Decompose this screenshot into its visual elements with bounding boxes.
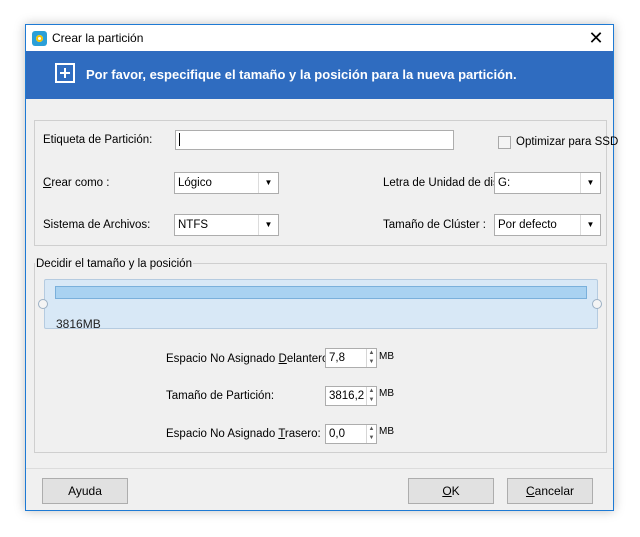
cluster-size-label: Tamaño de Clúster :: [383, 219, 486, 231]
partition-size-spinner[interactable]: ▲ ▼: [366, 387, 376, 405]
ok-accel: O: [442, 484, 452, 498]
cluster-size-select[interactable]: Por defecto ▼: [494, 214, 601, 236]
create-as-label: Crear como :: [43, 177, 109, 189]
left-resize-handle[interactable]: [38, 299, 48, 309]
unallocated-before-label-pre: Espacio No Asignado: [166, 353, 279, 365]
unallocated-after-label-post: rasero:: [284, 428, 321, 440]
optimize-ssd-label: Optimizar para SSD: [516, 136, 619, 148]
text-cursor: [179, 133, 180, 146]
plus-box-icon: [55, 63, 75, 83]
partition-label-label: Etiqueta de Partición:: [43, 134, 153, 146]
partition-size-value: 3816,2: [329, 390, 365, 402]
partition-app-icon: [32, 31, 47, 46]
spin-down-icon[interactable]: ▼: [367, 434, 376, 443]
help-button[interactable]: Ayuda: [42, 478, 128, 504]
partition-size-label: Tamaño de Partición:: [166, 390, 275, 402]
create-partition-dialog: Crear la partición ✕ Por favor, especifi…: [25, 24, 618, 511]
unallocated-before-label: Espacio No Asignado Delantero:: [166, 353, 332, 365]
size-position-group-title: Decidir el tamaño y la posición: [35, 258, 193, 270]
window-title: Crear la partición: [52, 31, 144, 45]
partition-size-unit: MB: [379, 388, 394, 399]
cancel-button[interactable]: Cancelar: [507, 478, 593, 504]
unallocated-before-value: 7,8: [329, 352, 345, 364]
file-system-label: Sistema de Archivos:: [43, 219, 151, 231]
create-as-value: Lógico: [178, 177, 212, 189]
close-button[interactable]: ✕: [579, 25, 613, 51]
drive-letter-value: G:: [498, 177, 511, 189]
instruction-banner: Por favor, especifique el tamaño y la po…: [26, 51, 613, 99]
footer-separator: [26, 468, 613, 469]
unallocated-after-unit: MB: [379, 426, 394, 437]
chevron-down-icon: ▼: [258, 215, 278, 235]
partition-label-input[interactable]: [175, 130, 454, 150]
unallocated-before-accel: D: [278, 353, 287, 365]
right-resize-handle[interactable]: [592, 299, 602, 309]
spin-down-icon[interactable]: ▼: [367, 358, 376, 367]
partition-size-display: 3816MB: [56, 317, 101, 331]
create-as-label-rest: rear como :: [51, 177, 110, 189]
cancel-accel: C: [525, 484, 535, 498]
spin-up-icon[interactable]: ▲: [367, 387, 376, 396]
drive-letter-label: Letra de Unidad de dis: [383, 177, 499, 189]
spin-up-icon[interactable]: ▲: [367, 425, 376, 434]
chevron-down-icon: ▼: [580, 215, 600, 235]
unallocated-after-accel: T: [278, 428, 285, 440]
spin-up-icon[interactable]: ▲: [367, 349, 376, 358]
partition-size-input[interactable]: 3816,2 ▲ ▼: [325, 386, 377, 406]
chevron-down-icon: ▼: [258, 173, 278, 193]
cancel-label-rest: ancelar: [534, 484, 575, 498]
title-bar: Crear la partición ✕: [26, 25, 613, 51]
cluster-size-value: Por defecto: [498, 219, 557, 231]
optimize-ssd-checkbox[interactable]: [498, 136, 511, 149]
file-system-value: NTFS: [178, 219, 209, 231]
partition-bar[interactable]: [55, 286, 587, 299]
unallocated-after-value: 0,0: [329, 428, 345, 440]
ok-button[interactable]: OK: [408, 478, 494, 504]
unallocated-before-input[interactable]: 7,8 ▲ ▼: [325, 348, 377, 368]
file-system-select[interactable]: NTFS ▼: [174, 214, 279, 236]
partition-map: 3816MB: [44, 279, 598, 331]
unallocated-after-spinner[interactable]: ▲ ▼: [366, 425, 376, 443]
chevron-down-icon: ▼: [580, 173, 600, 193]
unallocated-before-spinner[interactable]: ▲ ▼: [366, 349, 376, 367]
unallocated-after-input[interactable]: 0,0 ▲ ▼: [325, 424, 377, 444]
spin-down-icon[interactable]: ▼: [367, 396, 376, 405]
create-as-select[interactable]: Lógico ▼: [174, 172, 279, 194]
unallocated-before-unit: MB: [379, 351, 394, 362]
banner-text: Por favor, especifique el tamaño y la po…: [86, 67, 517, 82]
ok-label-rest: K: [451, 484, 460, 498]
drive-letter-select[interactable]: G: ▼: [494, 172, 601, 194]
unallocated-after-label-pre: Espacio No Asignado: [166, 428, 279, 440]
unallocated-after-label: Espacio No Asignado Trasero:: [166, 428, 321, 440]
